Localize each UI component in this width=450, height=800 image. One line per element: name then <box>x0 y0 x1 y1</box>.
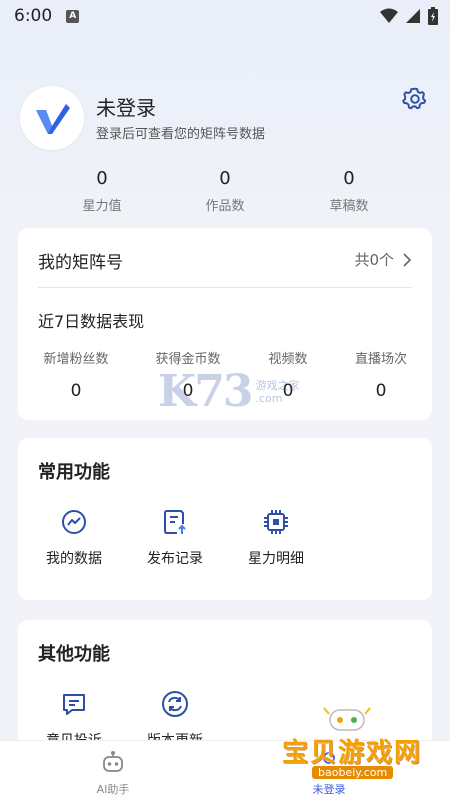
metric-label: 直播场次 <box>354 352 407 367</box>
func-my-data[interactable]: 我的数据 <box>34 508 114 568</box>
divider <box>38 287 412 288</box>
stat-value: 0 <box>343 168 355 189</box>
stat-star-power[interactable]: 0 星力值 <box>42 168 162 214</box>
nav-profile[interactable]: 未登录 <box>294 749 364 797</box>
profile-stats: 0 星力值 0 作品数 0 草稿数 <box>0 168 450 216</box>
avatar[interactable] <box>20 86 84 150</box>
metric-label: 获得金币数 <box>155 352 221 367</box>
status-icons <box>380 7 438 25</box>
stat-works[interactable]: 0 作品数 <box>165 168 285 214</box>
stat-drafts[interactable]: 0 草稿数 <box>289 168 409 214</box>
chevron-right-icon <box>403 252 412 267</box>
func-label: 我的数据 <box>46 551 102 567</box>
trend-chart-icon <box>62 510 86 534</box>
nav-label: 未登录 <box>312 783 346 796</box>
bottom-nav: AI助手 未登录 <box>0 740 450 800</box>
metric-value: 0 <box>375 381 387 401</box>
status-bar: 6:00 A <box>0 0 450 32</box>
chip-icon <box>264 510 288 534</box>
stat-value: 0 <box>96 168 108 189</box>
gear-icon[interactable] <box>402 86 428 112</box>
signal-icon <box>406 9 420 23</box>
app-screen: 6:00 A 未登录 登录后可查看您的矩阵号数据 0 星力值 0 作品数 0 草… <box>0 0 450 800</box>
metric-label: 新增粉丝数 <box>43 352 109 367</box>
app-notification-icon: A <box>66 9 80 23</box>
common-functions-card: 常用功能 我的数据 发布记录 星力明细 <box>18 438 432 600</box>
nav-label: AI助手 <box>96 783 130 796</box>
matrix-count-link[interactable]: 共0个 <box>354 249 412 270</box>
matrix-count: 共0个 <box>354 251 394 269</box>
metric-value: 0 <box>282 381 294 401</box>
publish-record-icon <box>164 510 186 534</box>
user-icon <box>319 752 339 774</box>
week-data-title: 近7日数据表现 <box>38 312 145 331</box>
metric-live-sessions: 直播场次 0 <box>331 348 431 401</box>
matrix-card: 我的矩阵号 共0个 近7日数据表现 新增粉丝数 0 获得金币数 0 视频数 0 … <box>18 228 432 420</box>
metric-videos: 视频数 0 <box>238 348 338 401</box>
section-title: 常用功能 <box>38 462 110 483</box>
metric-label: 视频数 <box>268 352 308 367</box>
metric-coins: 获得金币数 0 <box>138 348 238 401</box>
metric-value: 0 <box>70 381 82 401</box>
func-star-power-detail[interactable]: 星力明细 <box>236 508 316 568</box>
wifi-icon <box>380 8 398 23</box>
nav-ai-assistant[interactable]: AI助手 <box>78 749 148 797</box>
status-time: 6:00 <box>14 6 53 26</box>
func-label: 发布记录 <box>147 551 203 567</box>
matrix-title: 我的矩阵号 <box>38 253 123 273</box>
stat-label: 作品数 <box>205 199 245 214</box>
section-title: 其他功能 <box>38 644 110 665</box>
metric-value: 0 <box>182 381 194 401</box>
stat-value: 0 <box>219 168 231 189</box>
login-hint[interactable]: 登录后可查看您的矩阵号数据 <box>96 123 265 142</box>
stat-label: 草稿数 <box>329 199 369 214</box>
func-label: 星力明细 <box>248 551 304 567</box>
func-publish-record[interactable]: 发布记录 <box>135 508 215 568</box>
feedback-icon <box>63 694 85 715</box>
metric-new-fans: 新增粉丝数 0 <box>26 348 126 401</box>
robot-icon <box>103 751 123 772</box>
refresh-icon <box>162 691 188 717</box>
stat-label: 星力值 <box>82 199 122 214</box>
app-logo-icon <box>36 104 70 134</box>
profile-header: 未登录 登录后可查看您的矩阵号数据 <box>20 86 430 150</box>
battery-icon <box>428 7 438 25</box>
username[interactable]: 未登录 <box>96 92 156 121</box>
